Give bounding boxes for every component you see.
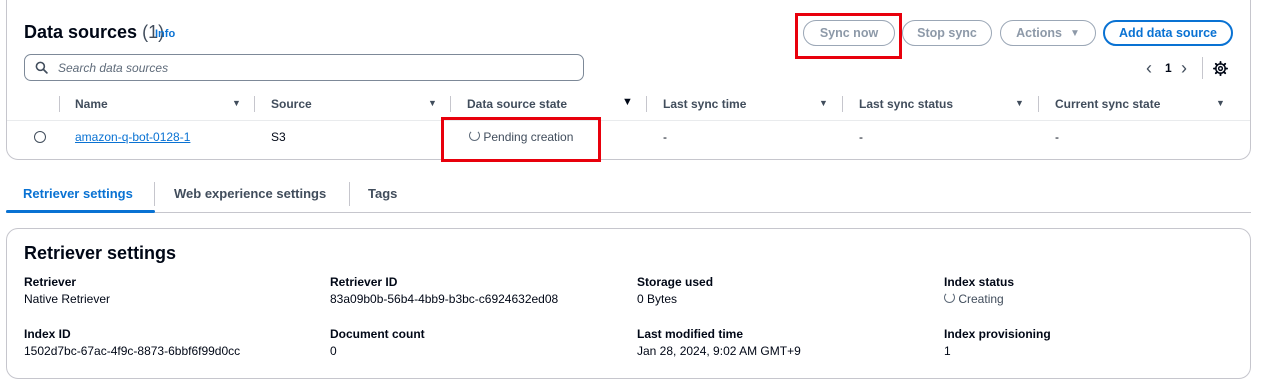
sort-icon[interactable]: ▼ [428,98,437,108]
search-box[interactable] [24,54,584,81]
actions-button[interactable]: Actions ▼ [1000,20,1096,46]
column-header-data-source-state[interactable]: Data source state [467,97,567,111]
sort-icon[interactable]: ▼ [232,98,241,108]
sync-now-button[interactable]: Sync now [803,20,895,46]
retriever-settings-title: Retriever settings [24,243,177,263]
caret-down-icon: ▼ [1069,27,1080,39]
column-divider [254,96,255,112]
storage-used-value: 0 Bytes [637,292,678,306]
column-divider [1038,96,1039,112]
column-header-last-sync-time[interactable]: Last sync time [663,97,746,111]
add-data-source-button[interactable]: Add data source [1103,20,1233,46]
next-page-icon[interactable]: › [1181,58,1187,79]
tabs-baseline [6,212,1251,213]
column-divider [59,96,60,112]
column-header-name[interactable]: Name [75,97,108,111]
index-provisioning-label: Index provisioning [944,327,1051,341]
tab-web-experience-settings[interactable]: Web experience settings [174,186,326,201]
actions-label: Actions [1016,26,1062,40]
document-count-label: Document count [330,327,425,341]
column-divider [842,96,843,112]
settings-gear-icon[interactable] [1213,61,1228,76]
data-sources-title: Data sources (1) [24,22,164,43]
stop-sync-label: Stop sync [917,26,977,40]
data-source-state-label: Pending creation [483,130,574,144]
column-header-source[interactable]: Source [271,97,312,111]
index-provisioning-value: 1 [944,344,951,358]
active-tab-indicator [6,210,155,213]
search-input[interactable] [56,59,560,76]
sort-icon[interactable]: ▼ [1216,98,1225,108]
previous-page-icon[interactable]: ‹ [1146,58,1152,79]
sort-icon[interactable]: ▼ [1015,98,1024,108]
column-header-last-sync-status[interactable]: Last sync status [859,97,953,111]
index-status-value: Creating [958,292,1004,306]
row-select-radio[interactable] [34,131,46,143]
column-header-current-sync-state[interactable]: Current sync state [1055,97,1160,111]
tab-divider [154,182,155,206]
last-modified-time-value: Jan 28, 2024, 9:02 AM GMT+9 [637,344,801,358]
add-data-source-label: Add data source [1119,26,1217,40]
column-divider [646,96,647,112]
creating-spinner-icon [944,292,955,303]
tab-divider [349,182,350,206]
current-sync-state-value: - [1055,130,1059,144]
last-sync-status-value: - [859,130,863,144]
retriever-id-value: 83a09b0b-56b4-4bb9-b3bc-c6924632ed08 [330,292,559,306]
data-source-name-link[interactable]: amazon-q-bot-0128-1 [75,130,190,144]
last-sync-time-value: - [663,130,667,144]
tab-tags[interactable]: Tags [368,186,397,201]
pending-spinner-icon [469,130,480,141]
retriever-label: Retriever [24,275,77,289]
index-id-value: 1502d7bc-67ac-4f9c-8873-6bbf6f99d0cc [24,344,241,358]
sync-now-label: Sync now [819,26,879,40]
data-source-type: S3 [271,130,286,144]
data-sources-heading: Data sources [24,22,138,42]
index-status: Creating [944,292,1004,306]
data-source-state: Pending creation [469,130,573,144]
retriever-value: Native Retriever [24,292,111,306]
storage-used-label: Storage used [637,275,714,289]
pagination-divider [1202,57,1203,79]
last-modified-time-label: Last modified time [637,327,744,341]
info-link[interactable]: Info [155,28,175,40]
index-id-label: Index ID [24,327,71,341]
current-page-number[interactable]: 1 [1165,61,1172,75]
search-icon [35,61,48,74]
sort-active-icon[interactable]: ▼ [622,96,633,108]
retriever-id-label: Retriever ID [330,275,398,289]
sort-icon[interactable]: ▼ [819,98,828,108]
header-divider [7,120,1250,121]
index-status-label: Index status [944,275,1015,289]
tab-retriever-settings[interactable]: Retriever settings [23,186,133,201]
column-divider [450,96,451,112]
document-count-value: 0 [330,344,337,358]
stop-sync-button[interactable]: Stop sync [902,20,992,46]
